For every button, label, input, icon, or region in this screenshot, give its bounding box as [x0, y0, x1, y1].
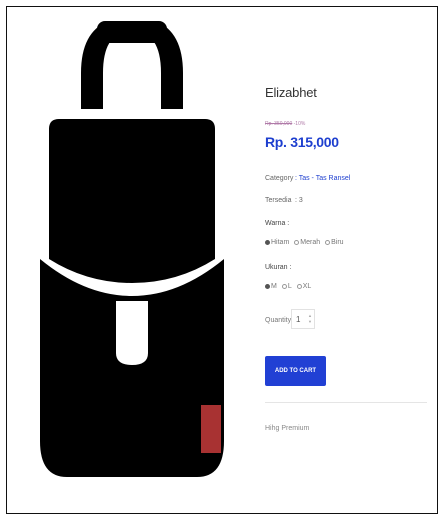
- quantity-stepper[interactable]: 1 ▲ ▼: [291, 309, 315, 329]
- radio-icon[interactable]: [325, 240, 331, 245]
- color-option-biru[interactable]: Biru: [325, 239, 344, 246]
- size-option-label: XL: [302, 283, 312, 290]
- category-link[interactable]: : Tas - Tas Ransel: [295, 175, 350, 182]
- category-row: Category : Tas - Tas Ransel: [265, 175, 350, 182]
- radio-icon[interactable]: [294, 240, 300, 245]
- color-option-label: Biru: [331, 239, 344, 246]
- quantity-label: Quantity: [265, 317, 292, 324]
- radio-checked-icon[interactable]: [265, 240, 270, 245]
- page-frame: Elizabhet Rp. 350,000 -10% Rp. 315,000 C…: [6, 6, 438, 514]
- size-option-m[interactable]: M: [265, 283, 277, 290]
- backpack-illustration: [40, 21, 224, 477]
- size-option-label: L: [287, 283, 292, 290]
- quantity-value: 1: [296, 314, 301, 324]
- discount-badge: -10%: [293, 121, 306, 127]
- stock-label: Tersedia: [265, 197, 292, 204]
- product-image: [37, 21, 227, 483]
- product-price: Rp. 315,000: [265, 134, 339, 150]
- product-description: Hihg Premium: [265, 425, 310, 432]
- radio-icon[interactable]: [281, 284, 287, 289]
- color-title: Warna :: [265, 220, 290, 227]
- color-option-label: Merah: [300, 239, 321, 246]
- divider: [265, 402, 427, 403]
- color-options: Hitam Merah Biru: [265, 239, 347, 246]
- color-option-merah[interactable]: Merah: [294, 239, 320, 246]
- category-label: Category: [265, 175, 294, 182]
- product-name: Elizabhet: [265, 85, 317, 100]
- size-option-xl[interactable]: XL: [296, 283, 312, 290]
- old-price: Rp. 350,000: [265, 121, 293, 127]
- stock-row: Tersedia : 3: [265, 197, 303, 204]
- size-option-label: M: [271, 283, 277, 290]
- color-option-label: Hitam: [271, 239, 290, 246]
- add-to-cart-button[interactable]: ADD TO CART: [265, 356, 326, 386]
- size-options: M L XL: [265, 283, 314, 290]
- radio-icon[interactable]: [296, 284, 302, 289]
- color-option-hitam[interactable]: Hitam: [265, 239, 289, 246]
- stock-value: : 3: [294, 197, 303, 204]
- radio-checked-icon[interactable]: [265, 284, 270, 289]
- old-price-line: Rp. 350,000 -10%: [265, 121, 305, 127]
- size-title: Ukuran :: [265, 264, 292, 271]
- size-option-l[interactable]: L: [281, 283, 292, 290]
- spinner-arrows-icon[interactable]: ▲ ▼: [308, 313, 312, 325]
